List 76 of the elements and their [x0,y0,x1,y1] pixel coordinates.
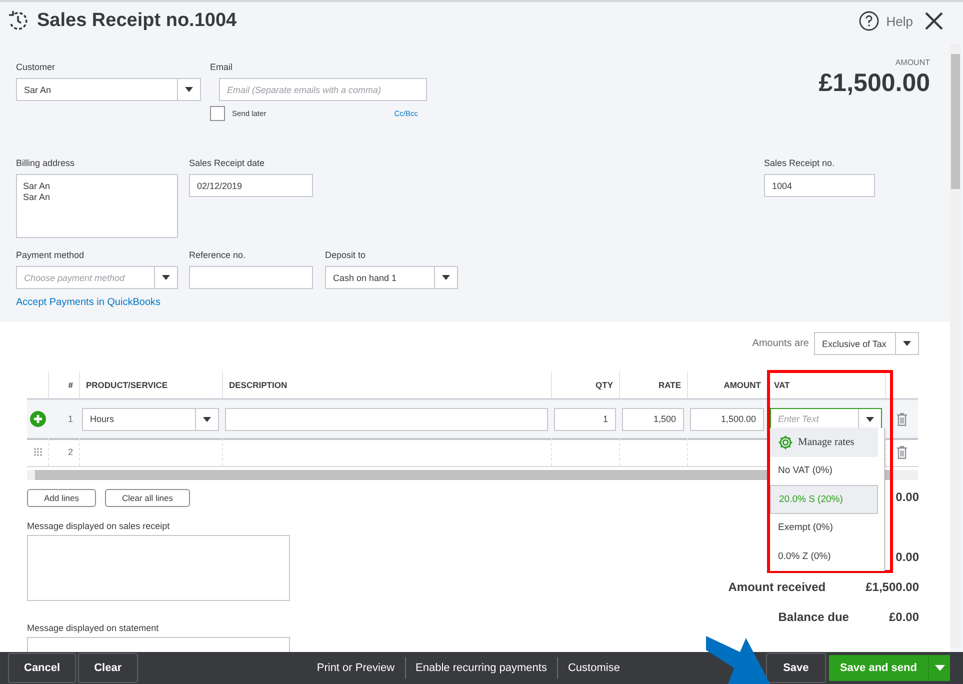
amount-total: £1,500.00 [818,69,930,98]
footer-button[interactable]: Clear [78,653,138,683]
menu-item[interactable]: Manage rates [770,428,878,456]
quantity-field[interactable]: 1 [554,408,616,430]
close-icon[interactable] [925,12,943,30]
total-value: 0.00 [896,490,919,504]
caret-icon [185,87,193,92]
caret-icon [903,341,911,346]
field-label: Payment method [16,250,86,261]
amount-label: AMOUNT [895,58,930,67]
field-label: Sales Receipt no. [764,158,836,169]
row-number: 1 [68,414,73,424]
column-header: DESCRIPTION [222,371,551,398]
column-header: RATE [619,371,687,398]
rate-field[interactable]: 1,500 [622,408,684,430]
total-value: £1,500.00 [866,580,919,594]
help-link[interactable]: Help [886,14,913,28]
menu-item[interactable]: 0.0% Z (0%) [770,542,878,570]
window-title: Sales Receipt no.1004 [37,10,237,32]
caret-icon [162,275,170,280]
column-header: AMOUNT [687,371,767,398]
scrollbar-thumb[interactable] [951,54,960,189]
dropdown-field[interactable]: Cash on hand 1 [325,266,458,289]
dropdown-field[interactable]: Hours [82,408,219,430]
description-field[interactable] [225,408,548,430]
dropdown-field[interactable]: Exclusive of Tax [814,332,919,355]
total-label: Balance due [778,610,849,624]
reference-field[interactable] [189,266,313,289]
field-label: Customer [16,62,56,73]
menu-item[interactable]: No VAT (0%) [770,456,878,485]
footer-button[interactable]: Cancel [8,653,76,683]
column-header: # [48,371,79,398]
footer-link[interactable]: Print or Preview [306,662,405,674]
date-field[interactable]: 02/12/2019 [189,174,313,197]
accept-payments-link[interactable]: Accept Payments in QuickBooks [16,297,161,308]
column-header: QTY [551,371,619,398]
amounts-are-label: Amounts are [752,338,809,349]
field-label: Sales Receipt date [189,158,266,169]
field-label: Message displayed on sales receipt [27,521,171,532]
row-number: 2 [68,447,73,457]
total-label: Amount received [728,580,826,594]
scrollbar[interactable] [950,44,961,648]
total-value: £0.00 [888,610,919,624]
save-button[interactable]: Save [766,653,826,683]
table-button[interactable]: Add lines [27,489,96,507]
address-field[interactable]: Sar An Sar An [16,174,178,238]
menu-item[interactable]: Exempt (0%) [770,514,878,542]
receipt-number-field[interactable]: 1004 [764,174,875,197]
field-label: Reference no. [189,250,247,261]
column-header: PRODUCT/SERVICE [79,371,222,398]
help-icon[interactable] [859,11,880,31]
dropdown-button[interactable] [928,655,950,681]
checkbox[interactable] [210,106,225,121]
total-value: 0.00 [896,550,919,564]
caret-icon [866,416,874,422]
history-icon [7,10,29,32]
field-label: Billing address [16,158,76,169]
amount-field[interactable]: 1,500.00 [690,408,764,430]
add-icon[interactable] [30,411,46,427]
field-label: Message displayed on statement [27,623,160,634]
gear-icon [778,434,793,450]
caret-icon [442,275,450,280]
caret-icon [203,416,211,422]
message-field[interactable] [27,535,290,601]
footer-link[interactable]: Customise [558,662,630,674]
footer-link[interactable]: Enable recurring payments [406,662,557,674]
trash-icon[interactable] [896,412,906,426]
table-button[interactable]: Clear all lines [104,489,190,507]
drag-handle-icon[interactable] [34,448,42,456]
field-label: Deposit to [325,250,367,261]
dropdown-field[interactable]: Sar An [16,78,201,101]
trash-icon[interactable] [897,446,907,458]
column-header: VAT [767,371,885,398]
email-field[interactable]: Email (Separate emails with a comma) [219,78,427,101]
field-label: Email [210,62,234,73]
caret-icon [934,665,944,671]
